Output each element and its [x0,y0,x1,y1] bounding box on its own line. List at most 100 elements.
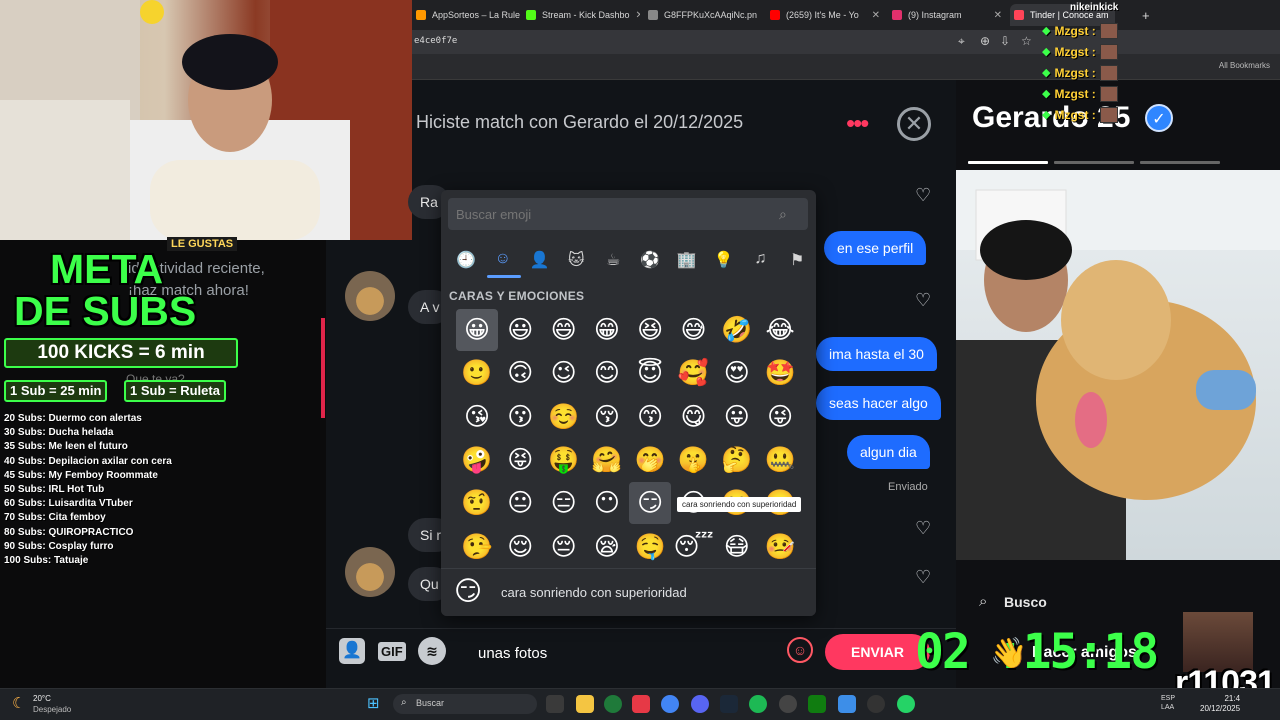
emoji-category-recent-icon[interactable]: 🕘 [454,250,478,270]
emoji-cell[interactable]: 😜 [759,396,801,438]
emoji-cell[interactable]: 😊 [586,352,628,394]
emoji-cell[interactable]: 😇 [629,352,671,394]
emoji-cell[interactable]: 🤗 [586,439,628,481]
emoji-cell[interactable]: 😔 [543,526,585,568]
emoji-category-food-icon[interactable]: ☕ [601,250,625,270]
message-input[interactable] [478,643,778,663]
url-text[interactable]: e4ce0f7e [414,36,457,46]
address-bar[interactable]: e4ce0f7e ⌖ ⊕ ⇩ ☆ [412,30,1280,54]
like-message-icon[interactable]: ♡ [915,518,931,539]
app-icon[interactable] [867,695,885,713]
taskbar-clock[interactable]: 21:4 20/12/2025 [1200,694,1240,714]
emoji-cell[interactable]: 😐 [499,482,541,524]
emoji-cell[interactable]: 😝 [499,439,541,481]
emoji-cell[interactable]: 🤔 [716,439,758,481]
emoji-category-symbols-icon[interactable]: ♫ [748,250,772,268]
new-tab-icon[interactable]: + [1138,4,1154,26]
gif-button[interactable]: GIF [378,642,406,661]
zoom-icon[interactable]: ⊕ [980,34,990,48]
close-tab-icon[interactable]: ✕ [866,10,880,21]
emoji-cell[interactable]: 😙 [629,396,671,438]
windows-start-icon[interactable]: ⊞ [367,696,383,712]
emoji-cell[interactable]: 🤭 [629,439,671,481]
emoji-cell[interactable]: 🤑 [543,439,585,481]
close-tab-icon[interactable]: ✕ [630,10,640,21]
location-icon[interactable]: ⌖ [958,34,965,49]
browser-tab[interactable]: AppSorteos – La Rule✕ [412,4,530,26]
emoji-cell[interactable]: 😘 [456,396,498,438]
emoji-cell[interactable]: 😚 [586,396,628,438]
match-avatar[interactable] [345,547,395,597]
emoji-cell[interactable]: 😉 [543,352,585,394]
emoji-cell[interactable]: 🤒 [759,526,801,568]
more-options-button[interactable]: ••• [846,110,869,136]
close-tab-icon[interactable]: ✕ [988,10,1002,21]
spotify-icon[interactable]: ≋ [418,637,446,665]
task-view-icon[interactable] [546,695,564,713]
emoji-cell[interactable]: 😗 [499,396,541,438]
emoji-category-people-icon[interactable]: 👤 [528,250,552,270]
emoji-cell[interactable]: 🤨 [456,482,498,524]
emoji-cell[interactable]: 🤤 [629,526,671,568]
profile-photo[interactable] [956,170,1280,560]
emoji-cell[interactable]: 😆 [629,309,671,351]
emoji-category-objects-icon[interactable]: 💡 [712,250,736,270]
emoji-cell[interactable]: 😍 [716,352,758,394]
emoji-category-smileys-icon[interactable]: ☺ [491,250,515,268]
emoji-cell[interactable]: 🤫 [673,439,715,481]
emoji-cell[interactable]: 🤪 [456,439,498,481]
weather-moon-icon[interactable]: ☾ [12,694,25,712]
taskbar-search[interactable] [393,694,537,714]
emoji-cell[interactable]: 😪 [586,526,628,568]
emoji-cell[interactable]: 😴 [673,526,715,568]
steam-icon[interactable] [720,695,738,713]
emoji-category-animals-icon[interactable]: 🐱 [564,250,588,270]
obs-icon[interactable] [779,695,797,713]
browser-tab[interactable]: Stream - Kick Dashbo ✕ [522,4,640,26]
emoji-cell[interactable]: 🤩 [759,352,801,394]
like-message-icon[interactable]: ♡ [915,567,931,588]
emoji-cell[interactable]: 🙂 [456,352,498,394]
file-explorer-icon[interactable] [576,695,594,713]
xbox-icon[interactable] [604,695,622,713]
emoji-cell[interactable]: 😌 [499,526,541,568]
like-message-icon[interactable]: ♡ [915,290,931,311]
emoji-cell[interactable]: 🥰 [673,352,715,394]
emoji-search-input[interactable] [448,198,808,230]
discord-icon[interactable] [691,695,709,713]
bookmark-star-icon[interactable]: ☆ [1021,34,1032,48]
emoji-cell[interactable]: 😁 [586,309,628,351]
app-icon[interactable] [838,695,856,713]
emoji-cell[interactable]: 🙃 [499,352,541,394]
emoji-cell[interactable]: 😂 [759,309,801,351]
emoji-picker-button[interactable]: ☺ [787,637,813,663]
emoji-cell[interactable]: 😏 [629,482,672,525]
emoji-category-places-icon[interactable]: 🏢 [675,250,699,270]
emoji-category-activities-icon[interactable]: ⚽ [638,250,662,270]
emoji-cell[interactable]: 🤥 [456,526,498,568]
chrome-icon[interactable] [661,695,679,713]
browser-tab[interactable]: (2659) It's Me - Yo ✕ [766,4,884,26]
emoji-cell[interactable]: 😶 [586,482,628,524]
weather-desc[interactable]: Despejado [33,705,71,714]
weather-temp[interactable]: 20°C [33,694,51,703]
emoji-cell[interactable]: 😅 [673,309,715,351]
emoji-cell[interactable]: 🤐 [759,439,801,481]
close-tab-icon[interactable]: ✕ [757,10,762,21]
sticker-icon[interactable]: 👤 [339,638,365,664]
emoji-category-flags-icon[interactable]: ⚑ [785,250,809,270]
input-language[interactable]: ESP LAA [1161,694,1175,712]
emoji-cell[interactable]: 😀 [456,309,498,351]
close-chat-button[interactable]: ✕ [897,107,931,141]
install-icon[interactable]: ⇩ [1000,34,1010,48]
app-icon[interactable] [632,695,650,713]
emoji-cell[interactable]: 😷 [716,526,758,568]
emoji-cell[interactable]: 😛 [716,396,758,438]
all-bookmarks-link[interactable]: All Bookmarks [1219,61,1270,70]
xbox-app-icon[interactable] [808,695,826,713]
emoji-cell[interactable]: ☺️ [543,396,585,438]
emoji-cell[interactable]: 😋 [673,396,715,438]
emoji-cell[interactable]: 🤣 [716,309,758,351]
browser-tab[interactable]: (9) Instagram ✕ [888,4,1006,26]
emoji-cell[interactable]: 😃 [499,309,541,351]
